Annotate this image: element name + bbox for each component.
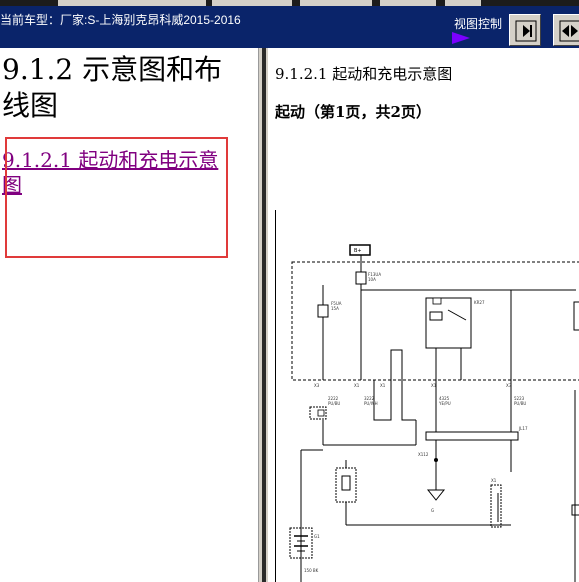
pane-splitter-bar [262, 48, 266, 582]
battery-g1-label: G1 [314, 534, 320, 539]
section-heading: 9.1.2 示意图和布线图 [2, 53, 223, 122]
relay-kr27-label: KR27 [474, 300, 485, 305]
g-label: G [431, 508, 434, 513]
view-control-arrow-icon [452, 32, 470, 44]
junction-jl17-label: JL17 [518, 426, 528, 431]
document-pane: 9.1.2.1 起动和充电示意图 起动（第1页，共2页） B+ F13UA 10… [268, 48, 579, 582]
svg-text:PU/WH: PU/WH [364, 401, 378, 406]
highlight-box [5, 137, 228, 258]
current-car-model: 当前车型：厂家:S-上海别克昂科威2015-2016 [0, 13, 241, 27]
document-subtitle: 起动（第1页，共2页） [275, 103, 431, 121]
wiring-diagram-svg: B+ F13UA 10A F5UA 15A KR27 X3 X1 X1 X1 X… [289, 244, 579, 582]
view-more-button[interactable] [553, 14, 579, 46]
connector-x1-a: X1 [354, 383, 360, 388]
svg-text:PU/BU: PU/BU [328, 401, 340, 406]
svg-text:10A: 10A [368, 277, 376, 282]
arrow-right-bar-icon [515, 20, 537, 42]
connector-x1-b: X1 [380, 383, 386, 388]
toc-pane: 9.1.2 示意图和布线图 9.1.2.1 起动和充电示意图 [0, 48, 258, 582]
connector-x3-right: X3 [506, 383, 512, 388]
double-arrow-icon [559, 20, 579, 42]
svg-text:15A: 15A [331, 306, 339, 311]
bottom-wire-label: 150 BK [304, 568, 319, 573]
document-title: 9.1.2.1 起动和充电示意图 [275, 65, 453, 83]
toolbar-strip [0, 0, 579, 6]
view-next-button[interactable] [509, 14, 541, 46]
svg-text:YE/PU: YE/PU [438, 401, 451, 406]
connector-x1-c: X1 [431, 383, 437, 388]
connector-x3-left: X3 [314, 383, 320, 388]
x112-label: X112 [418, 452, 429, 457]
connector-x1-right: X1 [491, 478, 497, 483]
wiring-diagram: B+ F13UA 10A F5UA 15A KR27 X3 X1 X1 X1 X… [275, 210, 579, 582]
diagram-b-plus-label: B+ [354, 248, 362, 254]
top-toolbar: 当前车型：厂家:S-上海别克昂科威2015-2016 视图控制 [0, 0, 579, 48]
svg-text:PU/BU: PU/BU [514, 401, 526, 406]
view-control-label: 视图控制 [454, 17, 503, 31]
